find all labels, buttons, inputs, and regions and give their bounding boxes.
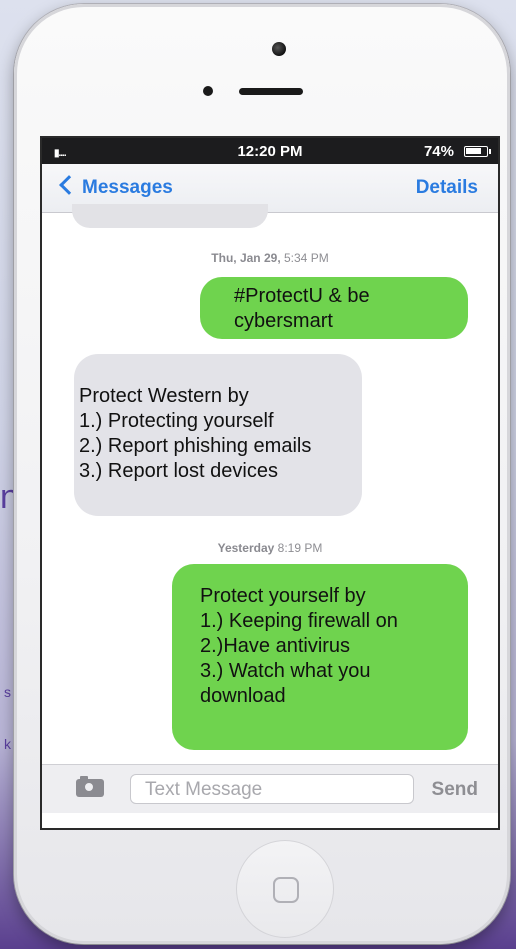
phone-screen: ▮.... 12:20 PM 74% Messages Details Thu,… — [42, 138, 498, 828]
earpiece-speaker — [239, 88, 303, 95]
previous-message-bubble — [72, 204, 268, 228]
battery-percentage: 74% — [423, 143, 454, 160]
camera-icon[interactable] — [76, 776, 104, 797]
home-square-icon — [273, 877, 299, 903]
status-bar: ▮.... 12:20 PM 74% — [42, 138, 498, 164]
front-camera — [272, 42, 286, 56]
chevron-left-icon — [59, 175, 79, 195]
background-fragment-text: s — [4, 684, 11, 700]
back-button[interactable]: Messages — [59, 175, 173, 199]
background-fragment-text: k — [4, 736, 11, 752]
message-timestamp: Thu, Jan 29, 5:34 PM — [211, 251, 329, 265]
send-button[interactable]: Send — [432, 779, 478, 801]
message-composer: Text Message Send — [42, 764, 498, 813]
details-button[interactable]: Details — [416, 177, 478, 199]
home-button[interactable] — [236, 840, 334, 938]
battery-icon — [464, 146, 491, 157]
message-input[interactable]: Text Message — [130, 774, 414, 804]
message-timestamp: Yesterday 8:19 PM — [217, 541, 323, 555]
proximity-sensor — [203, 86, 213, 96]
outgoing-message-bubble: Protect yourself by 1.) Keeping firewall… — [172, 564, 468, 750]
outgoing-message-bubble: #ProtectU & be cybersmart — [200, 277, 468, 339]
incoming-message-bubble: Protect Western by 1.) Protecting yourse… — [74, 354, 362, 516]
back-button-label: Messages — [82, 177, 173, 198]
